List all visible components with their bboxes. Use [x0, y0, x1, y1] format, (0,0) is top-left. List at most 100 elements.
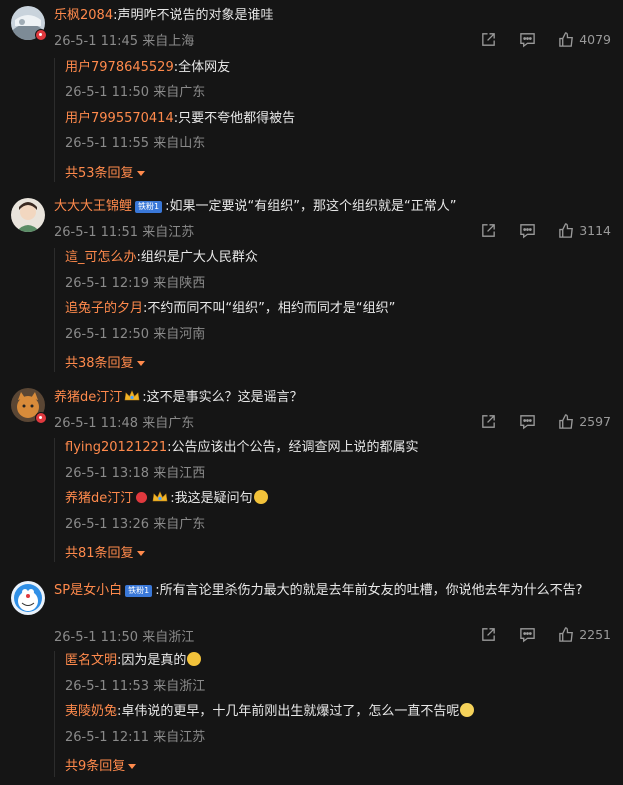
reply-username[interactable]: 這_可怎么办	[65, 250, 137, 265]
comment-icon[interactable]	[519, 222, 536, 239]
like-count: 3114	[579, 223, 611, 238]
comment-body: SP是女小白 铁粉1 :所有言论里杀伤力最大的就是去年前女友的吐槽，你说他去年为什么…	[54, 580, 594, 601]
reply-meta: 26-5-1 13:18 来自江西	[65, 466, 206, 481]
crown-icon	[124, 388, 140, 401]
comment-meta: 26-5-1 11:45 来自上海	[54, 34, 195, 49]
comment-thread: 养猪de汀汀 :这不是事实么？这是谣言？ 26-5-1 11:48 来自广东 25…	[0, 382, 623, 572]
verified-badge-icon	[35, 29, 47, 41]
comment-body: 大大大王锦鲤 铁粉1 :如果一定要说“有组织”，那这个组织就是“正常人”	[54, 196, 609, 217]
share-icon[interactable]	[480, 413, 497, 430]
reply-body: 這_可怎么办:组织是广大人民群众	[65, 248, 258, 268]
more-replies-link[interactable]: 共81条回复	[65, 542, 145, 561]
reply-body: 匿名文明:因为是真的	[65, 651, 202, 671]
reply-meta: 26-5-1 12:11 来自江苏	[65, 730, 206, 745]
reply-body: 用户7995570414:只要不夸他都得被告	[65, 109, 295, 129]
reply-body: 夷陵奶兔:卓伟说的更早，十几年前刚出生就爆过了，怎么一直不告呢	[65, 702, 475, 722]
reply-text: :组织是广大人民群众	[136, 250, 258, 265]
comment-actions: 4079	[458, 31, 611, 48]
thumbs-up-icon[interactable]	[558, 31, 575, 48]
reply-text: :不约而同不叫“组织”，相约而同才是“组织”	[143, 301, 396, 316]
thumbs-up-icon[interactable]	[558, 222, 575, 239]
comment-icon[interactable]	[519, 31, 536, 48]
reply-text: :卓伟说的更早，十几年前刚出生就爆过了，怎么一直不告呢	[117, 704, 460, 719]
reply-body: 追兔子的夕月:不约而同不叫“组织”，相约而同才是“组织”	[65, 299, 395, 319]
reply-meta: 26-5-1 11:50 来自广东	[65, 85, 206, 100]
reply-username[interactable]: flying20121221	[65, 440, 167, 455]
more-replies-link[interactable]: 共38条回复	[65, 352, 145, 371]
reply-text: :因为是真的	[117, 653, 187, 668]
chevron-down-icon	[128, 764, 137, 769]
avatar[interactable]	[11, 581, 45, 615]
reply-text: :全体网友	[173, 60, 231, 75]
comment-text: :所有言论里杀伤力最大的就是去年前女友的吐槽，你说他去年为什么不告?	[155, 583, 583, 598]
reply-meta: 26-5-1 13:26 来自广东	[65, 517, 206, 532]
comment-icon[interactable]	[519, 413, 536, 430]
like-count: 4079	[579, 32, 611, 47]
like-count: 2597	[579, 414, 611, 429]
reply-username[interactable]: 夷陵奶兔	[65, 704, 117, 719]
crown-icon	[152, 490, 168, 502]
reply-list: 這_可怎么办:组织是广大人民群众 26-5-1 12:19 来自陕西 追兔子的夕…	[54, 248, 614, 372]
more-replies-label: 共53条回复	[65, 166, 134, 181]
comment-username[interactable]: SP是女小白	[54, 583, 122, 598]
more-replies-label: 共81条回复	[65, 546, 134, 561]
chevron-down-icon	[136, 551, 145, 556]
reply-username[interactable]: 追兔子的夕月	[65, 301, 143, 316]
reply-username[interactable]: 用户7978645529	[65, 60, 174, 75]
comment-text: :这不是事实么？这是谣言？	[142, 390, 303, 405]
share-icon[interactable]	[480, 626, 497, 643]
reply-text: :只要不夸他都得被告	[173, 111, 296, 126]
reply-text: :公告应该出个公告，经调查网上说的都属实	[167, 440, 419, 455]
comment-meta: 26-5-1 11:51 来自江苏	[54, 225, 195, 240]
share-icon[interactable]	[480, 31, 497, 48]
like-count: 2251	[579, 627, 611, 642]
fan-badge-label: 铁粉1	[128, 586, 150, 595]
chevron-down-icon	[136, 171, 145, 176]
comment-thread: 大大大王锦鲤 铁粉1 :如果一定要说“有组织”，那这个组织就是“正常人” 26-5-…	[0, 190, 623, 380]
more-replies-label: 共9条回复	[65, 759, 126, 774]
reply-meta: 26-5-1 11:55 来自山东	[65, 136, 206, 151]
verified-badge-icon	[35, 412, 47, 424]
reply-meta: 26-5-1 11:53 来自浙江	[65, 679, 206, 694]
comment-username[interactable]: 乐枫2084	[54, 8, 113, 23]
share-icon[interactable]	[480, 222, 497, 239]
laughing-emoji-icon	[187, 652, 202, 666]
reply-list: 用户7978645529:全体网友 26-5-1 11:50 来自广东 用户79…	[54, 58, 614, 182]
cat-emoji-icon	[460, 703, 475, 717]
comment-meta: 26-5-1 11:50 来自浙江	[54, 630, 195, 645]
thumbs-up-icon[interactable]	[558, 413, 575, 430]
comment-actions: 2597	[458, 413, 611, 430]
thumbs-up-icon[interactable]	[558, 626, 575, 643]
comment-body: 乐枫2084:声明咋不说告的对象是谁哇	[54, 5, 609, 26]
comment-meta: 26-5-1 11:48 来自广东	[54, 416, 195, 431]
fan-badge-label: 铁粉1	[138, 202, 160, 211]
reply-body: 用户7978645529:全体网友	[65, 58, 230, 78]
comment-username[interactable]: 大大大王锦鲤	[54, 199, 132, 214]
avatar[interactable]	[11, 198, 45, 232]
reply-body: 养猪de汀汀 :我这是疑问句	[65, 489, 268, 509]
comment-thread: SP是女小白 铁粉1 :所有言论里杀伤力最大的就是去年前女友的吐槽，你说他去年为什么…	[0, 577, 623, 785]
comment-actions: 3114	[458, 222, 611, 239]
chevron-down-icon	[136, 361, 145, 366]
reply-username[interactable]: 用户7995570414	[65, 111, 174, 126]
reply-meta: 26-5-1 12:19 来自陕西	[65, 276, 206, 291]
reply-username[interactable]: 养猪de汀汀	[65, 491, 133, 506]
comment-icon[interactable]	[519, 626, 536, 643]
fan-badge: 铁粉1	[125, 585, 153, 597]
fan-badge: 铁粉1	[135, 201, 163, 213]
reply-list: flying20121221:公告应该出个公告，经调查网上说的都属实 26-5-…	[54, 438, 614, 562]
reply-username[interactable]: 匿名文明	[65, 653, 117, 668]
comment-actions: 2251	[458, 626, 611, 643]
comment-thread: 乐枫2084:声明咋不说告的对象是谁哇 26-5-1 11:45 来自上海 40…	[0, 0, 623, 190]
verified-badge-icon	[136, 492, 148, 503]
more-replies-link[interactable]: 共9条回复	[65, 755, 137, 774]
comment-text: :如果一定要说“有组织”，那这个组织就是“正常人”	[165, 199, 457, 214]
thinking-emoji-icon	[253, 490, 268, 504]
more-replies-link[interactable]: 共53条回复	[65, 162, 145, 181]
comment-text: :声明咋不说告的对象是谁哇	[113, 8, 274, 23]
reply-meta: 26-5-1 12:50 来自河南	[65, 327, 206, 342]
reply-text: :我这是疑问句	[170, 491, 253, 506]
comment-username[interactable]: 养猪de汀汀	[54, 390, 122, 405]
reply-list: 匿名文明:因为是真的 26-5-1 11:53 来自浙江 夷陵奶兔:卓伟说的更早…	[54, 651, 614, 777]
reply-body: flying20121221:公告应该出个公告，经调查网上说的都属实	[65, 438, 419, 458]
